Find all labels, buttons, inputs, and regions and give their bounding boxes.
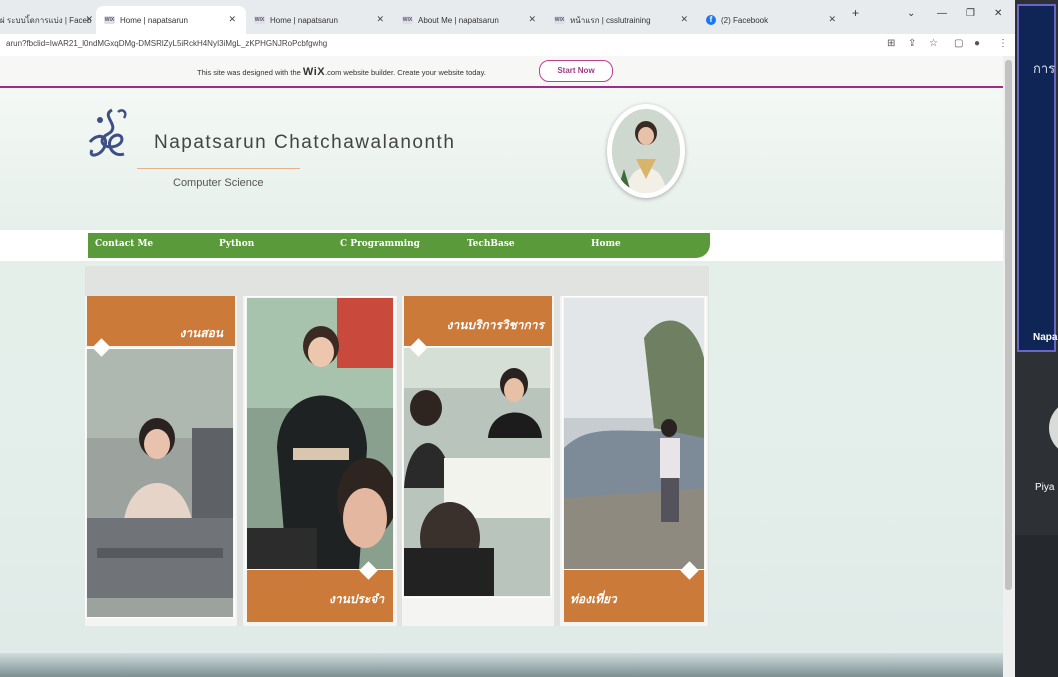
shared-screen-tile[interactable]: การ Napa: [1017, 4, 1058, 352]
gallery-label: งานประจำ: [329, 592, 385, 606]
close-tab-icon[interactable]: ✕: [376, 14, 384, 25]
start-now-button[interactable]: Start Now: [539, 60, 613, 82]
banner-text-after: .com website builder. Create your websit…: [325, 68, 486, 77]
shared-screen-text: การ: [1033, 61, 1056, 76]
tab-title: ผ่ ระบบไ้ดการแบ่ง | Faceb: [0, 15, 92, 25]
browser-tab[interactable]: WIX Home | napatsarun ✕: [248, 6, 394, 34]
minimize-icon[interactable]: —: [937, 8, 947, 19]
share-icon[interactable]: ⇪: [908, 38, 916, 49]
gallery-label: งานสอน: [179, 326, 223, 340]
card-frame: [562, 296, 706, 570]
gallery-label-box: งานประจำ: [247, 570, 393, 622]
tab-search-icon[interactable]: ⌄: [907, 8, 915, 19]
browser-tab[interactable]: ผ่ ระบบไ้ดการแบ่ง | Faceb ✕: [0, 6, 95, 34]
close-tab-icon[interactable]: ✕: [528, 14, 536, 25]
site-logo-icon[interactable]: [82, 106, 142, 168]
wix-favicon-icon: WIX: [554, 16, 565, 24]
tab-title: (2) Facebook: [721, 15, 769, 25]
nav-home[interactable]: Home: [591, 239, 621, 249]
gallery-label-box: งานบริการวิชาการ: [404, 296, 552, 346]
participant-name: Piya: [1035, 482, 1055, 493]
profile-photo: [607, 104, 685, 198]
site-subtitle: Computer Science: [173, 177, 264, 189]
maximize-icon[interactable]: ❐: [966, 8, 975, 19]
gallery-card-academic-service[interactable]: งานบริการวิชาการ: [402, 296, 554, 626]
tab-title: About Me | napatsarun: [418, 15, 499, 25]
participant-avatar[interactable]: [1049, 400, 1058, 456]
site-nav: Contact Me Python C Programming TechBase…: [0, 230, 1003, 261]
browser-tab-bar: ผ่ ระบบไ้ดการแบ่ง | Faceb ✕ WIX Home | n…: [0, 0, 1015, 34]
banner-text-before: This site was designed with the: [197, 68, 301, 77]
page-viewport: This site was designed with the WiX.com …: [0, 56, 1015, 677]
background-scenery: [0, 653, 1003, 677]
profile-icon[interactable]: ●: [974, 38, 980, 49]
browser-tab[interactable]: f (2) Facebook ✕: [700, 6, 846, 34]
wix-favicon-icon: WIX: [254, 16, 265, 24]
page-scrollbar[interactable]: [1003, 56, 1015, 677]
wix-banner: This site was designed with the WiX.com …: [0, 56, 1003, 88]
translate-icon[interactable]: ⊞: [887, 38, 895, 49]
wix-favicon-icon: WIX: [104, 16, 115, 24]
bookmark-star-icon[interactable]: ☆: [929, 38, 938, 49]
gallery-card-teaching[interactable]: งานสอน: [85, 296, 237, 626]
wix-banner-text: This site was designed with the WiX.com …: [197, 66, 486, 78]
browser-tab[interactable]: WIX หน้าแรก | csslutraining ✕: [548, 6, 698, 34]
card-frame: [402, 346, 552, 598]
gallery-card-routine[interactable]: งานประจำ: [243, 296, 397, 626]
tab-title: Home | napatsarun: [120, 15, 188, 25]
close-tab-icon[interactable]: ✕: [85, 14, 93, 25]
tab-title: หน้าแรก | csslutraining: [570, 15, 651, 25]
wix-brand-logo: WiX: [302, 66, 326, 78]
close-tab-icon[interactable]: ✕: [680, 14, 688, 25]
nav-bar: Contact Me Python C Programming TechBase…: [88, 233, 710, 258]
gallery-label: ท่องเที่ยว: [570, 592, 617, 606]
nav-contact-me[interactable]: Contact Me: [95, 239, 153, 249]
participant-name: Napa: [1033, 332, 1058, 343]
menu-icon[interactable]: ⋮: [998, 38, 1008, 49]
gallery-label-box: ท่องเที่ยว: [564, 570, 704, 622]
gallery-label-box: งานสอน: [87, 296, 235, 346]
video-call-panel: การ Napa Piya: [1015, 0, 1058, 677]
scrollbar-thumb[interactable]: [1005, 60, 1012, 590]
close-window-icon[interactable]: ✕: [994, 8, 1002, 19]
card-frame: [245, 296, 395, 570]
address-bar[interactable]: arun?fbclid=IwAR21_l0ndMGxqDMg-DMSRlZyL5…: [0, 34, 1015, 57]
card-frame: [85, 348, 235, 618]
nav-c-programming[interactable]: C Programming: [340, 239, 420, 249]
participant-tile[interactable]: [1015, 535, 1058, 677]
wix-favicon-icon: WIX: [402, 16, 413, 24]
close-tab-icon[interactable]: ✕: [228, 14, 236, 25]
subtitle-divider: [137, 168, 300, 169]
facebook-favicon-icon: f: [706, 15, 716, 25]
gallery-section: งานสอน งานประจำ งานบริการวิชาการ ท่องเที…: [85, 266, 709, 626]
side-panel-icon[interactable]: ▢: [954, 38, 963, 49]
profile-portrait-image: [612, 109, 680, 193]
browser-tab-active[interactable]: WIX Home | napatsarun ✕: [96, 6, 246, 34]
browser-tab[interactable]: WIX About Me | napatsarun ✕: [396, 6, 546, 34]
nav-python[interactable]: Python: [219, 239, 254, 249]
url-text[interactable]: arun?fbclid=IwAR21_l0ndMGxqDMg-DMSRlZyL5…: [6, 39, 327, 48]
nav-techbase[interactable]: TechBase: [467, 239, 515, 249]
new-tab-button[interactable]: +: [852, 6, 859, 20]
tab-title: Home | napatsarun: [270, 15, 338, 25]
site-name: Napatsarun Chatchawalanonth: [154, 132, 456, 153]
close-tab-icon[interactable]: ✕: [828, 14, 836, 25]
gallery-card-travel[interactable]: ท่องเที่ยว: [560, 296, 708, 626]
gallery-label: งานบริการวิชาการ: [446, 318, 544, 332]
